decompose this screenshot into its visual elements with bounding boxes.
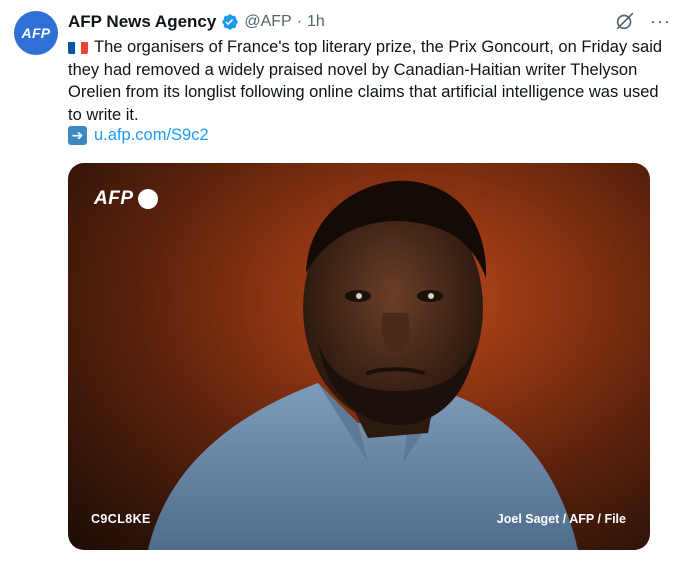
- tweet-text: The organisers of France's top literary …: [68, 36, 668, 126]
- tweet-link-line: ➔ u.afp.com/S9c2: [68, 126, 209, 145]
- tweet-header: AFP News Agency @AFP · 1h: [68, 10, 325, 34]
- separator-dot: ·: [296, 13, 303, 30]
- right-arrow-icon: ➔: [68, 126, 87, 145]
- photo-code: C9CL8KE: [91, 512, 151, 526]
- header-actions: ···: [614, 10, 671, 32]
- more-options-icon[interactable]: ···: [650, 12, 671, 30]
- grok-icon[interactable]: [614, 10, 636, 32]
- tweet-text-content: The organisers of France's top literary …: [68, 38, 663, 124]
- timestamp[interactable]: 1h: [307, 13, 325, 31]
- france-flag-icon: [68, 40, 88, 54]
- account-name[interactable]: AFP News Agency: [68, 12, 216, 32]
- tweet[interactable]: AFP AFP News Agency @AFP · 1h ··· The or…: [0, 0, 685, 563]
- tweet-link[interactable]: u.afp.com/S9c2: [94, 126, 209, 145]
- verified-badge-icon[interactable]: [221, 13, 239, 31]
- tweet-photo[interactable]: AFP C9CL8KE Joel Saget / AFP / File: [68, 163, 650, 550]
- portrait-image: [148, 180, 578, 550]
- photo-credit: Joel Saget / AFP / File: [496, 512, 626, 526]
- account-handle[interactable]: @AFP: [244, 13, 291, 31]
- avatar[interactable]: AFP: [14, 11, 58, 55]
- afp-watermark-logo: AFP: [94, 188, 158, 210]
